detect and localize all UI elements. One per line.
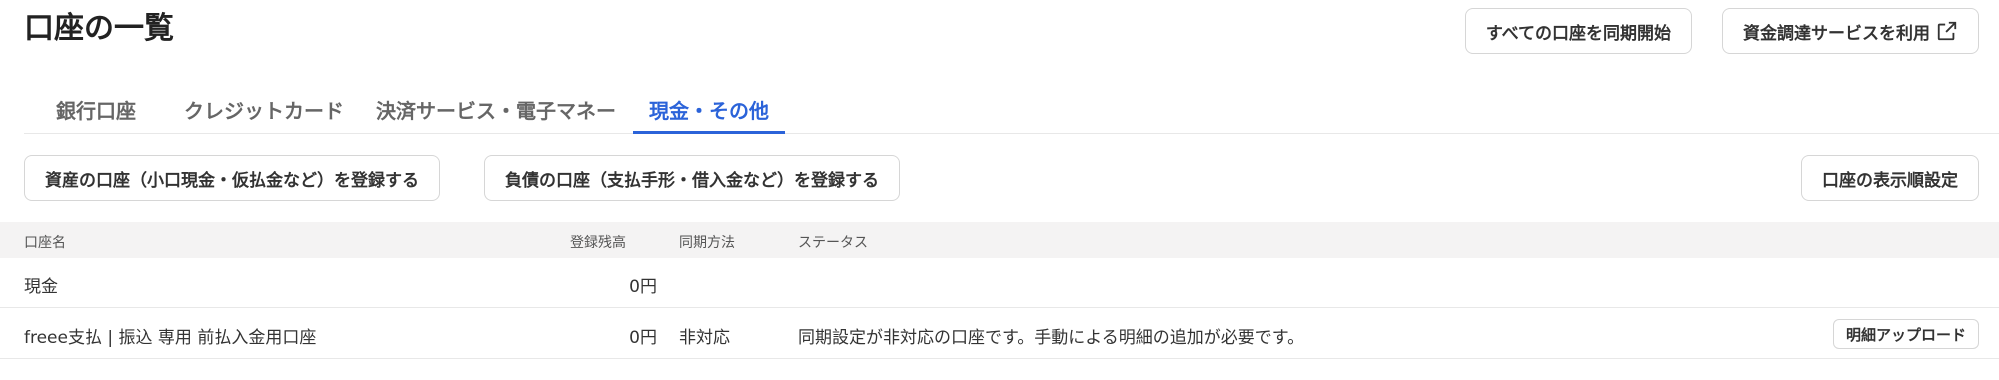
- page-title: 口座の一覧: [24, 11, 174, 46]
- funding-service-button[interactable]: 資金調達サービスを利用: [1722, 8, 1979, 54]
- column-header-balance: 登録残高: [570, 235, 626, 251]
- register-actions: 資産の口座（小口現金・仮払金など）を登録する 負債の口座（支払手形・借入金など）…: [24, 155, 1979, 201]
- status-text: 同期設定が非対応の口座です。手動による明細の追加が必要です。: [798, 328, 1305, 348]
- account-balance: 0円: [629, 328, 657, 348]
- column-header-name: 口座名: [24, 235, 66, 251]
- register-liability-account-button[interactable]: 負債の口座（支払手形・借入金など）を登録する: [484, 155, 900, 201]
- register-asset-account-button[interactable]: 資産の口座（小口現金・仮払金など）を登録する: [24, 155, 440, 201]
- external-link-icon: [1937, 21, 1957, 41]
- table-row[interactable]: freee支払 | 振込 専用 前払入金用口座 0円 非対応 同期設定が非対応の…: [0, 309, 1999, 359]
- table-row[interactable]: 現金 0円: [0, 258, 1999, 308]
- tab-cash-other[interactable]: 現金・その他: [633, 92, 785, 134]
- tab-credit-cards[interactable]: クレジットカード: [184, 92, 344, 134]
- account-name[interactable]: freee支払 | 振込 専用 前払入金用口座: [24, 323, 316, 348]
- sync-all-button[interactable]: すべての口座を同期開始: [1464, 8, 1692, 54]
- column-header-sync: 同期方法: [679, 235, 735, 251]
- statement-upload-button[interactable]: 明細アップロード: [1832, 319, 1979, 349]
- header-actions: すべての口座を同期開始 資金調達サービスを利用: [1464, 8, 1979, 54]
- account-name[interactable]: 現金: [24, 272, 58, 297]
- column-header-status: ステータス: [798, 235, 868, 251]
- funding-service-label: 資金調達サービスを利用: [1743, 23, 1930, 44]
- sync-method: 非対応: [679, 328, 730, 348]
- display-order-settings-button[interactable]: 口座の表示順設定: [1801, 155, 1979, 201]
- sync-all-label: すべての口座を同期開始: [1485, 23, 1671, 44]
- tab-bank-accounts[interactable]: 銀行口座: [56, 92, 136, 134]
- tab-payment-services[interactable]: 決済サービス・電子マネー: [376, 92, 616, 134]
- account-type-tabs: 銀行口座 クレジットカード 決済サービス・電子マネー 現金・その他: [24, 92, 1999, 134]
- table-header: 口座名 登録残高 同期方法 ステータス: [0, 222, 1999, 258]
- account-balance: 0円: [629, 277, 657, 297]
